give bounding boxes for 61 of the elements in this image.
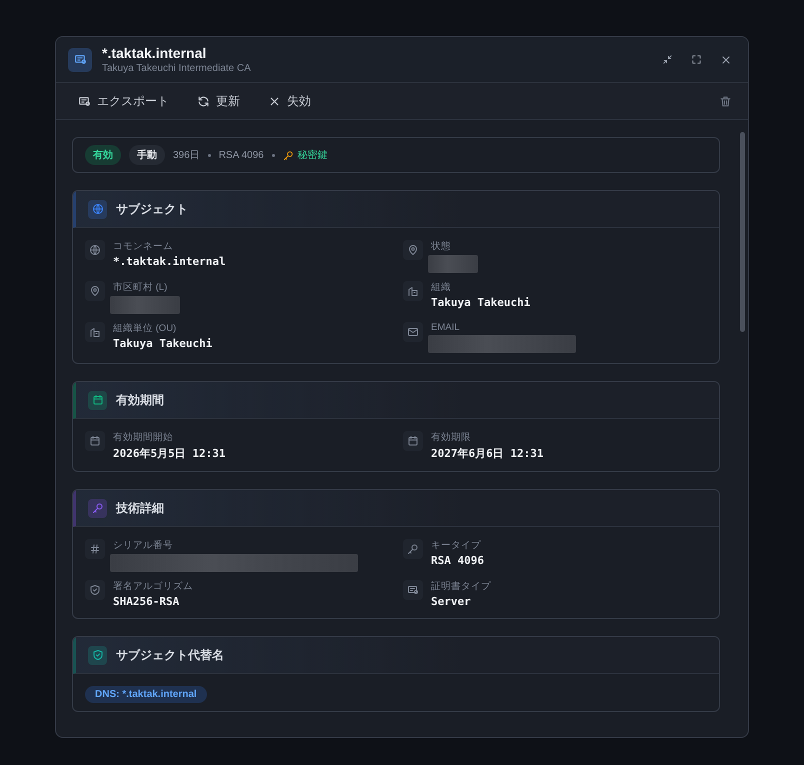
field-label: EMAIL: [431, 322, 461, 333]
calendar-icon: [92, 394, 104, 406]
scrollbar-thumb[interactable]: [740, 132, 745, 332]
section-title: サブジェクト: [116, 200, 188, 218]
field-value: 2027年6月6日 12:31: [431, 446, 544, 461]
key-icon: [407, 543, 419, 555]
section-title: 技術詳細: [116, 500, 164, 516]
status-pill: 有効: [85, 145, 121, 165]
mode-pill: 手動: [129, 145, 165, 165]
building-icon: [407, 285, 419, 297]
field-label: 証明書タイプ: [431, 580, 491, 593]
field-label: 市区町村 (L): [113, 281, 168, 294]
field-value: Takuya Takeuchi: [113, 337, 212, 350]
toolbar-button[interactable]: 更新: [191, 88, 248, 114]
field-label: 状態: [431, 240, 452, 253]
shield-icon: [89, 584, 101, 596]
field-label: 組織: [431, 281, 452, 294]
section-title: サブジェクト代替名: [116, 646, 224, 664]
mail-icon: [407, 326, 419, 338]
minimize-icon: [662, 54, 673, 65]
field-label: 有効期間開始: [113, 431, 174, 444]
key-icon: [92, 502, 104, 514]
section-title: 有効期間: [116, 392, 164, 408]
field-value: SHA256-RSA: [113, 595, 180, 608]
certificate-icon: [407, 584, 419, 596]
field-label: 署名アルゴリズム: [113, 580, 193, 593]
certificate-icon: [74, 53, 86, 66]
calendar-icon: [407, 435, 419, 447]
map-pin-icon: [89, 285, 101, 297]
globe-icon: [92, 203, 104, 215]
shield-icon: [92, 649, 104, 661]
field-label: コモンネーム: [113, 240, 174, 253]
san-chip: DNS: *.taktak.internal: [85, 686, 207, 703]
field-value: *.taktak.internal: [113, 255, 226, 268]
building-icon: [89, 326, 101, 338]
field-value: Server: [431, 595, 472, 608]
field-value: Takuya Takeuchi: [431, 296, 530, 309]
field-value: 2026年5月5日 12:31: [113, 446, 226, 461]
globe-icon: [89, 244, 101, 256]
window-subtitle: Takuya Takeuchi Intermediate CA: [102, 63, 252, 74]
duration-text: 396日: [173, 149, 200, 162]
maximize-icon: [691, 54, 702, 65]
hash-icon: [89, 543, 101, 555]
key-text: RSA 4096: [218, 150, 264, 160]
calendar-icon: [89, 435, 101, 447]
toolbar-button[interactable]: エクスポート: [72, 88, 177, 114]
refresh-icon: [197, 94, 210, 108]
export-icon: [78, 94, 91, 108]
field-label: シリアル番号: [113, 539, 174, 552]
field-label: 組織単位 (OU): [113, 322, 178, 335]
close-icon: [268, 94, 281, 108]
key-icon: [282, 150, 294, 160]
field-label: 有効期限: [431, 431, 472, 444]
toolbar-button[interactable]: 失効: [262, 88, 319, 114]
close-icon: [720, 54, 732, 66]
private-key-label: 秘密鍵: [298, 148, 328, 162]
field-value: RSA 4096: [431, 554, 484, 567]
trash-icon: [719, 94, 732, 108]
field-label: キータイプ: [431, 539, 482, 552]
map-pin-icon: [407, 244, 419, 256]
window-title: *.taktak.internal: [102, 45, 208, 61]
